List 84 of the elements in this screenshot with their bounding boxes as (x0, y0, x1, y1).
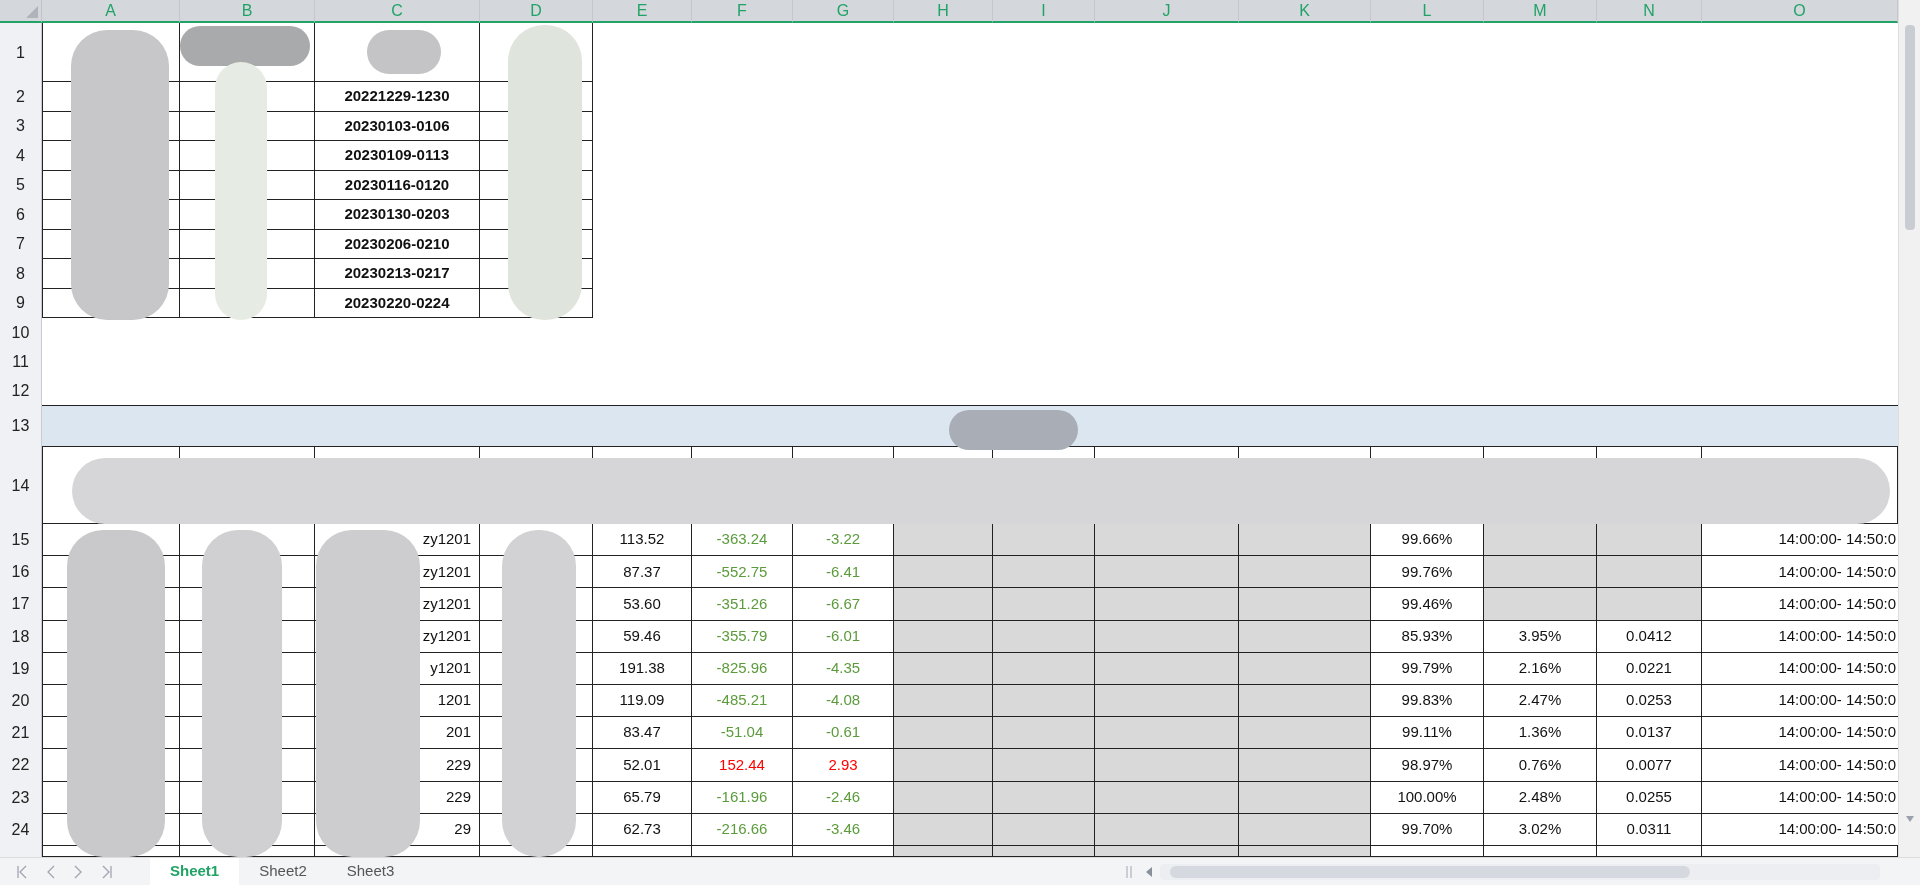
sheet-tab[interactable]: Sheet2 (239, 857, 327, 885)
table-cell: 53.60 (593, 588, 692, 621)
table-cell: 20230206-0210 (315, 229, 480, 259)
row-header[interactable]: 7 (0, 229, 42, 259)
table-cell: -485.21 (692, 684, 793, 718)
row-header[interactable]: 10 (0, 318, 42, 347)
table-cell: 20230130-0203 (315, 200, 480, 230)
table-cell: 65.79 (593, 781, 692, 814)
row-header[interactable]: 5 (0, 170, 42, 200)
row-header[interactable]: 9 (0, 288, 42, 318)
table-cell: -161.96 (692, 781, 793, 814)
first-sheet-icon[interactable] (16, 864, 28, 879)
table-cell: -216.66 (692, 813, 793, 846)
table-cell: 0.0221 (1597, 652, 1702, 685)
table-cell: 0.0137 (1597, 717, 1702, 750)
table-cell: 3.95% (1484, 620, 1597, 653)
row-header[interactable]: 23 (0, 781, 42, 814)
row-header[interactable]: 22 (0, 749, 42, 782)
row-header[interactable]: 2 (0, 82, 42, 112)
horizontal-scrollbar[interactable] (1160, 863, 1880, 880)
scrollbar-thumb[interactable] (1170, 865, 1690, 878)
row-header[interactable]: 24 (0, 813, 42, 846)
row-header[interactable]: 1 (0, 23, 42, 82)
table-cell: 20230213-0217 (315, 259, 480, 289)
table-cell: 2.16% (1484, 652, 1597, 685)
row-header[interactable]: 17 (0, 588, 42, 621)
table-cell: 1.36% (1484, 717, 1597, 750)
table-cell: 20230220-0224 (315, 288, 480, 318)
scroll-left-icon[interactable] (1146, 866, 1152, 877)
scroll-down-icon[interactable] (1905, 815, 1915, 823)
row-header[interactable]: 4 (0, 141, 42, 171)
table-cell: 83.47 (593, 717, 692, 750)
table-cell: 62.73 (593, 813, 692, 846)
splitter-icon[interactable] (1126, 864, 1132, 879)
row-header[interactable]: 11 (0, 347, 42, 376)
vertical-scrollbar[interactable] (1898, 0, 1920, 857)
table-cell: 191.38 (593, 652, 692, 685)
table-cell: 0.0253 (1597, 684, 1702, 718)
row-header[interactable]: 16 (0, 556, 42, 589)
table-cell: 119.09 (593, 684, 692, 718)
row-header[interactable]: 20 (0, 684, 42, 718)
last-sheet-icon[interactable] (101, 864, 113, 879)
table-cell: 98.97% (1371, 749, 1484, 782)
table-cell: 85.93% (1371, 620, 1484, 653)
table-cell: 20230116-0120 (315, 170, 480, 200)
previous-sheet-icon[interactable] (47, 864, 55, 879)
row-header[interactable]: 14 (0, 447, 42, 524)
row-header[interactable]: 19 (0, 652, 42, 685)
table-cell: 20221229-1230 (315, 82, 480, 112)
row-header[interactable]: 3 (0, 111, 42, 141)
table-cell: -351.26 (692, 588, 793, 621)
row-header[interactable]: 21 (0, 717, 42, 750)
table-cell: 0.0311 (1597, 813, 1702, 846)
table-cell: 3.02% (1484, 813, 1597, 846)
row-header[interactable]: 8 (0, 259, 42, 289)
table-cell: -355.79 (692, 620, 793, 653)
table-cell: 0.76% (1484, 749, 1597, 782)
table-cell: -552.75 (692, 556, 793, 589)
table-cell: 99.11% (1371, 717, 1484, 750)
table-cell: 2.48% (1484, 781, 1597, 814)
row-header[interactable]: 15 (0, 524, 42, 557)
table-cell: -51.04 (692, 717, 793, 750)
next-sheet-icon[interactable] (74, 864, 82, 879)
table-cell: 20230109-0113 (315, 141, 480, 171)
row-header[interactable]: 18 (0, 620, 42, 653)
table-cell: 99.70% (1371, 813, 1484, 846)
table-cell: 0.0255 (1597, 781, 1702, 814)
table-cell: 87.37 (593, 556, 692, 589)
table-cell: 0.0412 (1597, 620, 1702, 653)
row-header[interactable]: 6 (0, 200, 42, 230)
table-cell: 2.47% (1484, 684, 1597, 718)
row-header[interactable]: 13 (0, 405, 42, 447)
table-cell: 20230103-0106 (315, 111, 480, 141)
table-cell: -825.96 (692, 652, 793, 685)
table-cell: 152.44 (692, 749, 793, 782)
table-cell: 52.01 (593, 749, 692, 782)
sheet-tab[interactable]: Sheet3 (326, 857, 415, 885)
table-cell: 100.00% (1371, 781, 1484, 814)
table-cell: 0.0077 (1597, 749, 1702, 782)
row-header[interactable]: 12 (0, 376, 42, 405)
table-cell: 99.83% (1371, 684, 1484, 718)
scrollbar-thumb[interactable] (1905, 25, 1915, 230)
table-cell: 59.46 (593, 620, 692, 653)
table-cell: 99.79% (1371, 652, 1484, 685)
